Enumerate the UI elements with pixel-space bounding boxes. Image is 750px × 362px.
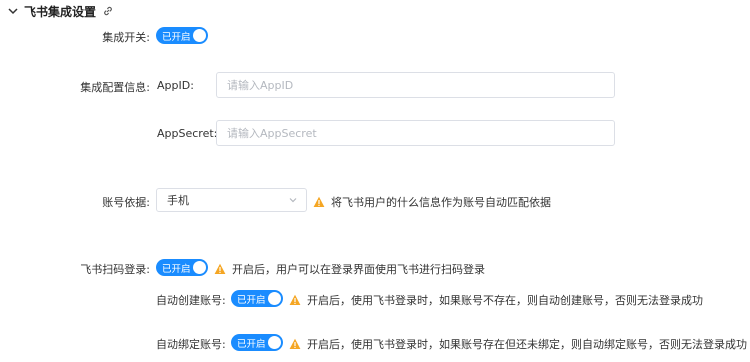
warning-icon [289,338,301,349]
toggle-knob [268,292,281,305]
qr-login-toggle[interactable]: 已开启 [156,259,208,276]
qr-login-hint-text: 开启后，用户可以在登录界面使用飞书进行扫码登录 [232,263,485,276]
appid-input[interactable] [216,72,615,98]
auto-create-toggle-text: 已开启 [237,294,266,306]
warning-icon [214,263,226,274]
account-basis-hint-text: 将飞书用户的什么信息作为账号自动匹配依据 [331,196,551,209]
qr-login-label: 飞书扫码登录: [80,263,150,276]
auto-bind-label: 自动绑定账号: [156,338,226,351]
auto-bind-hint: 开启后，使用飞书登录时，如果账号存在但还未绑定，则自动绑定账号，否则无法登录成功 [289,336,747,352]
toggle-knob [193,29,206,42]
auto-bind-toggle-text: 已开启 [237,338,266,350]
toggle-knob [268,336,281,349]
integration-switch-label: 集成开关: [102,31,150,44]
toggle-knob [193,261,206,274]
appsecret-input[interactable] [216,120,615,146]
account-basis-hint: 将飞书用户的什么信息作为账号自动匹配依据 [313,194,551,210]
warning-icon [289,294,301,305]
account-basis-label: 账号依据: [102,196,150,209]
qr-login-hint: 开启后，用户可以在登录界面使用飞书进行扫码登录 [214,261,485,277]
auto-bind-hint-text: 开启后，使用飞书登录时，如果账号存在但还未绑定，则自动绑定账号，否则无法登录成功 [307,338,747,351]
config-label: 集成配置信息: [80,81,150,94]
section-title: 飞书集成设置 [24,4,97,19]
select-arrow-icon [289,198,297,203]
auto-create-hint-text: 开启后，使用飞书登录时，如果账号不存在，则自动创建账号，否则无法登录成功 [307,294,703,307]
auto-create-label: 自动创建账号: [156,294,226,307]
integration-toggle-text: 已开启 [162,31,191,43]
account-basis-selected: 手机 [167,194,189,207]
qr-login-toggle-text: 已开启 [162,263,191,275]
section-header[interactable]: 飞书集成设置 [6,2,114,20]
chevron-down-icon[interactable] [6,4,20,18]
appid-label: AppID: [157,79,194,92]
auto-create-toggle[interactable]: 已开启 [231,290,283,307]
auto-create-hint: 开启后，使用飞书登录时，如果账号不存在，则自动创建账号，否则无法登录成功 [289,292,703,308]
link-icon[interactable] [102,5,114,17]
integration-toggle[interactable]: 已开启 [156,27,208,44]
auto-bind-toggle[interactable]: 已开启 [231,334,283,351]
warning-icon [313,196,325,207]
account-basis-select[interactable]: 手机 [156,188,307,212]
appsecret-label: AppSecret: [157,127,218,140]
